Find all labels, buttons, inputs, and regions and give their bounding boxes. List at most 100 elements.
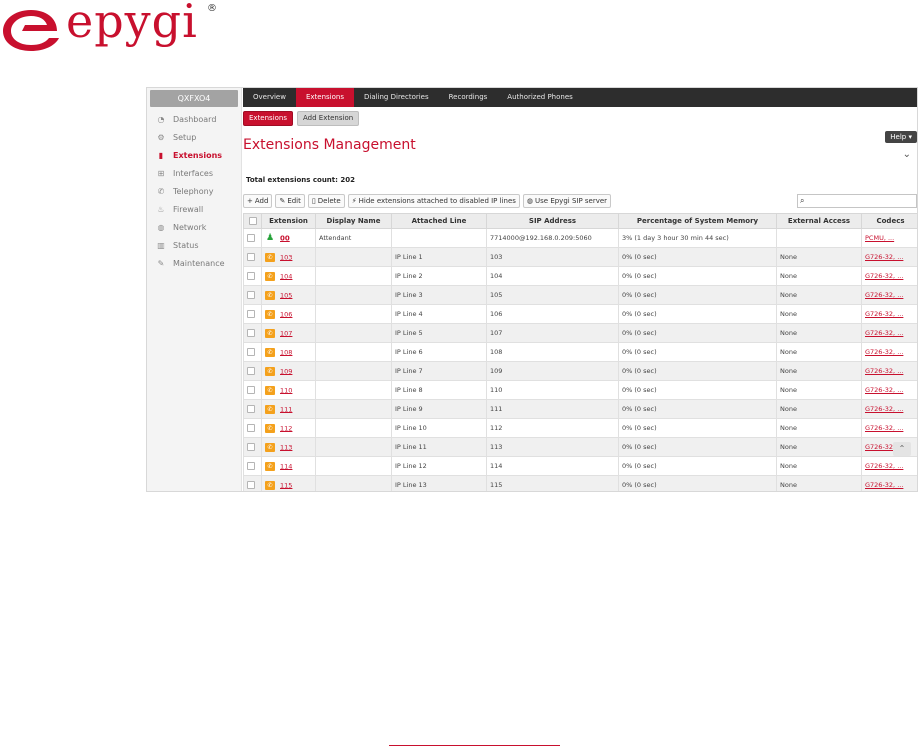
globe-icon: ◍ <box>157 223 165 232</box>
select-all-checkbox[interactable] <box>248 217 257 225</box>
sidebar-item-telephony[interactable]: ✆ Telephony <box>147 183 241 201</box>
table-row[interactable]: ✆ 108 IP Line 6 108 0% (0 sec) None G726-32, .… <box>243 342 917 362</box>
row-checkbox[interactable] <box>247 367 255 375</box>
external-access-cell: None <box>776 266 862 286</box>
sidebar-item-interfaces[interactable]: ⊞ Interfaces <box>147 165 241 183</box>
edit-button[interactable]: ✎ Edit <box>275 194 305 208</box>
subtab-add-extension[interactable]: Add Extension <box>297 111 360 126</box>
table-row[interactable]: ✆ 106 IP Line 4 106 0% (0 sec) None G726-32, .… <box>243 304 917 324</box>
extension-link[interactable]: 114 <box>280 462 292 470</box>
extension-link[interactable]: 109 <box>280 367 292 375</box>
sidebar-item-label: Maintenance <box>173 259 225 268</box>
table-row[interactable]: ✆ 115 IP Line 13 115 0% (0 sec) None G726-32, … <box>243 475 917 491</box>
codecs-link[interactable]: G726-32, ... <box>865 329 903 337</box>
help-button[interactable]: Help ▾ <box>885 131 917 143</box>
table-row[interactable]: ✆ 103 IP Line 1 103 0% (0 sec) None G726-32, .… <box>243 247 917 267</box>
row-checkbox[interactable] <box>247 329 255 337</box>
row-checkbox[interactable] <box>247 405 255 413</box>
table-row[interactable]: ✆ 107 IP Line 5 107 0% (0 sec) None G726-32, .… <box>243 323 917 343</box>
codecs-link[interactable]: PCMU, ... <box>865 234 894 242</box>
tab-authorized-phones[interactable]: Authorized Phones <box>497 88 583 107</box>
codecs-link[interactable]: G726-32, ... <box>865 424 903 432</box>
display-name-cell <box>315 342 392 362</box>
extension-link[interactable]: 112 <box>280 424 292 432</box>
subtab-extensions[interactable]: Extensions <box>243 111 294 126</box>
column-header-attached-line[interactable]: Attached Line <box>391 213 487 229</box>
extension-link[interactable]: 105 <box>280 291 292 299</box>
sidebar-item-setup[interactable]: ⚙ Setup <box>147 129 241 147</box>
display-name-cell <box>315 437 392 457</box>
globe-icon: ◍ <box>526 197 534 205</box>
table-row[interactable]: ✆ 104 IP Line 2 104 0% (0 sec) None G726-32, .… <box>243 266 917 286</box>
codecs-link[interactable]: G726-32, ... <box>865 462 903 470</box>
row-checkbox[interactable] <box>247 424 255 432</box>
search-input[interactable] <box>810 195 914 207</box>
sidebar-item-maintenance[interactable]: ✎ Maintenance <box>147 255 241 273</box>
extension-link[interactable]: 111 <box>280 405 292 413</box>
table-row[interactable]: ✆ 112 IP Line 10 112 0% (0 sec) None G726-32, … <box>243 418 917 438</box>
tab-extensions[interactable]: Extensions <box>295 88 354 107</box>
hide-disabled-button[interactable]: ⚡ Hide extensions attached to disabled IP… <box>347 194 520 208</box>
extension-link[interactable]: 107 <box>280 329 292 337</box>
extension-link[interactable]: 106 <box>280 310 292 318</box>
row-checkbox[interactable] <box>247 272 255 280</box>
attached-line-cell: IP Line 2 <box>391 266 487 286</box>
attached-line-cell: IP Line 6 <box>391 342 487 362</box>
chevron-down-icon[interactable]: ⌄ <box>903 149 911 160</box>
sidebar-item-firewall[interactable]: ♨ Firewall <box>147 201 241 219</box>
row-checkbox[interactable] <box>247 386 255 394</box>
table-row[interactable]: ✆ 114 IP Line 12 114 0% (0 sec) None G726-32, … <box>243 456 917 476</box>
column-header-memory[interactable]: Percentage of System Memory <box>618 213 777 229</box>
table-row[interactable]: ✆ 109 IP Line 7 109 0% (0 sec) None G726-32, .… <box>243 361 917 381</box>
tab-recordings[interactable]: Recordings <box>439 88 498 107</box>
extension-link[interactable]: 104 <box>280 272 292 280</box>
extension-link[interactable]: 103 <box>280 253 292 261</box>
codecs-cell: G726-32, ... <box>861 247 917 267</box>
sidebar-item-extensions[interactable]: ▮ Extensions <box>147 147 241 165</box>
delete-button[interactable]: ▯ Delete <box>307 194 345 208</box>
codecs-link[interactable]: G726-32, ... <box>865 272 903 280</box>
column-header-display-name[interactable]: Display Name <box>315 213 392 229</box>
extension-link[interactable]: 113 <box>280 443 292 451</box>
tab-dialing-directories[interactable]: Dialing Directories <box>354 88 439 107</box>
table-row[interactable]: ✆ 110 IP Line 8 110 0% (0 sec) None G726-32, .… <box>243 380 917 400</box>
table-row[interactable]: ✆ 113 IP Line 11 113 0% (0 sec) None G726-32, … <box>243 437 917 457</box>
search-box[interactable]: ⌕ <box>797 194 917 208</box>
row-checkbox[interactable] <box>247 443 255 451</box>
row-checkbox[interactable] <box>247 253 255 261</box>
codecs-link[interactable]: G726-32, ... <box>865 291 903 299</box>
row-checkbox[interactable] <box>247 234 255 242</box>
row-checkbox[interactable] <box>247 310 255 318</box>
column-header-extension[interactable]: Extension <box>261 213 316 229</box>
add-button[interactable]: + Add <box>243 194 273 208</box>
row-checkbox[interactable] <box>247 462 255 470</box>
scroll-to-top-button[interactable]: ⌃ <box>893 442 911 456</box>
extension-link[interactable]: 110 <box>280 386 292 394</box>
row-select-cell <box>243 380 262 400</box>
codecs-link[interactable]: G726-32, ... <box>865 253 903 261</box>
codecs-link[interactable]: G726-32, ... <box>865 367 903 375</box>
extension-link[interactable]: 00 <box>280 234 290 242</box>
tab-overview[interactable]: Overview <box>243 88 296 107</box>
codecs-link[interactable]: G726-32, ... <box>865 481 903 489</box>
sidebar-item-dashboard[interactable]: ◔ Dashboard <box>147 111 241 129</box>
row-checkbox[interactable] <box>247 348 255 356</box>
table-row[interactable]: ✆ 111 IP Line 9 111 0% (0 sec) None G726-32, .… <box>243 399 917 419</box>
extension-link[interactable]: 108 <box>280 348 292 356</box>
codecs-link[interactable]: G726-32, ... <box>865 348 903 356</box>
codecs-link[interactable]: G726-32, ... <box>865 405 903 413</box>
column-header-external-access[interactable]: External Access <box>776 213 862 229</box>
row-checkbox[interactable] <box>247 481 255 489</box>
codecs-link[interactable]: G726-32, ... <box>865 386 903 394</box>
column-header-codecs[interactable]: Codecs <box>861 213 917 229</box>
table-row[interactable]: ✆ 105 IP Line 3 105 0% (0 sec) None G726-32, .… <box>243 285 917 305</box>
codecs-link[interactable]: G726-32, ... <box>865 310 903 318</box>
column-header-sip-address[interactable]: SIP Address <box>486 213 619 229</box>
row-checkbox[interactable] <box>247 291 255 299</box>
table-row[interactable]: ♟ 00 Attendant 7714000@192.168.0.209:5060 3%… <box>243 228 917 248</box>
display-name-cell <box>315 323 392 343</box>
extension-link[interactable]: 115 <box>280 481 292 489</box>
sidebar-item-status[interactable]: ▥ Status <box>147 237 241 255</box>
use-sip-server-button[interactable]: ◍ Use Epygi SIP server <box>522 194 612 208</box>
sidebar-item-network[interactable]: ◍ Network <box>147 219 241 237</box>
